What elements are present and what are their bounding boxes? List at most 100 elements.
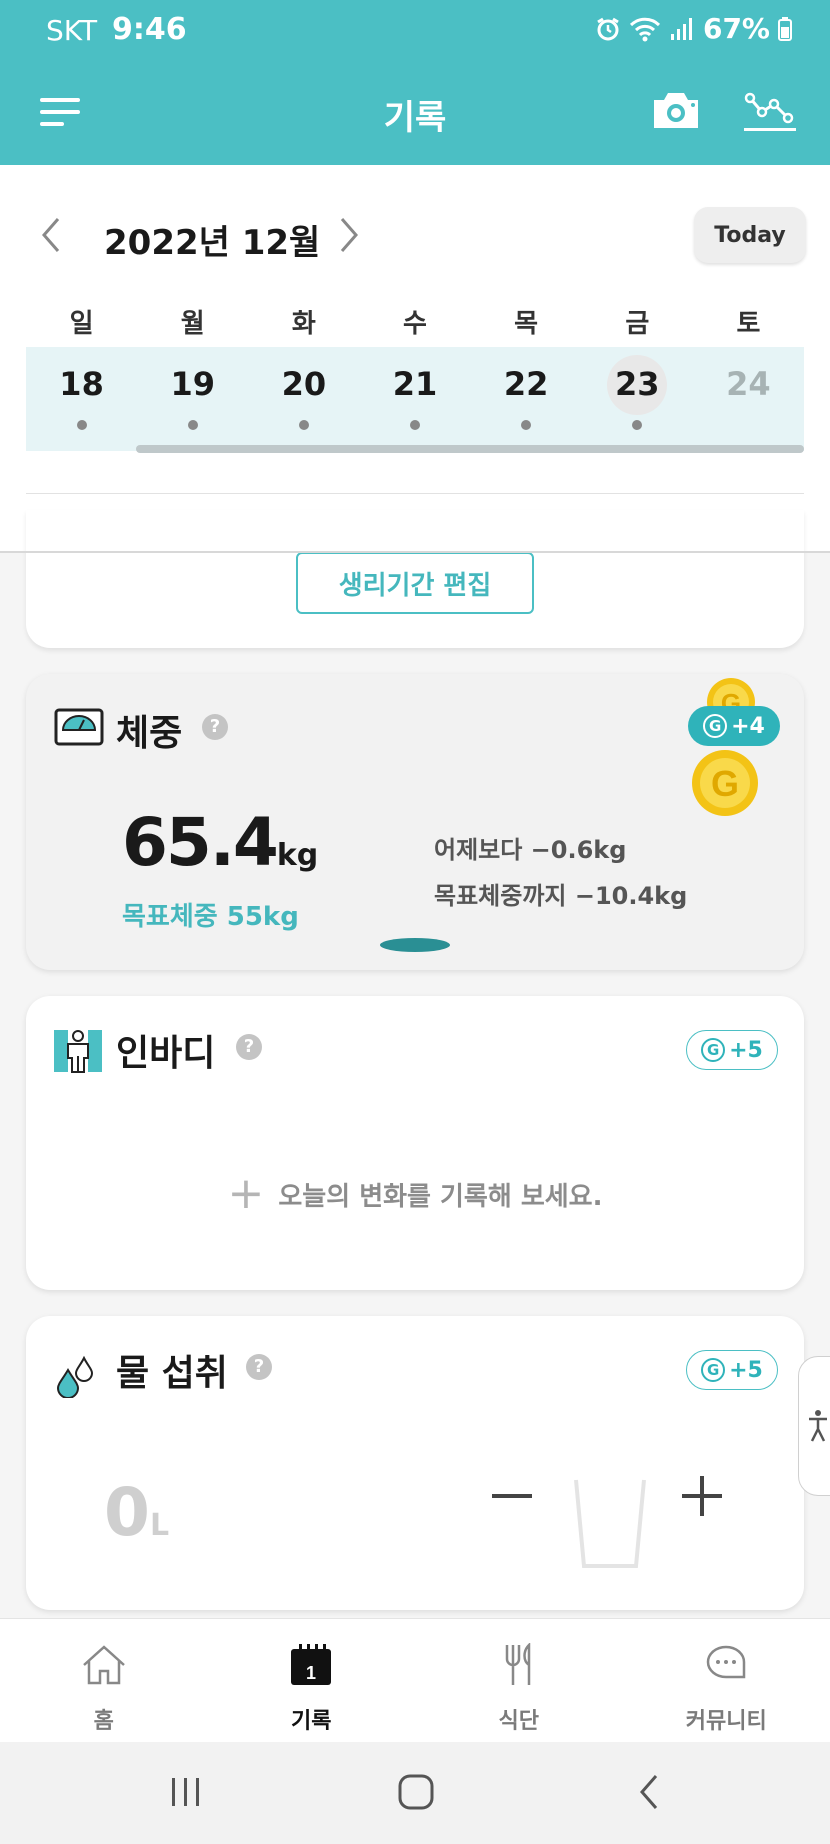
reward-points: +4	[731, 713, 765, 739]
coin-icon: G	[692, 750, 758, 816]
day-cell[interactable]: 21	[359, 347, 470, 451]
accessibility-handle[interactable]	[798, 1356, 830, 1496]
reward-badge[interactable]: G +4	[688, 706, 780, 746]
day-number: 23	[615, 365, 660, 403]
divider	[0, 551, 830, 553]
cup-icon	[574, 1479, 646, 1568]
day-cell[interactable]: 22	[471, 347, 582, 451]
battery-percent: 67%	[702, 12, 770, 45]
page-title: 기록	[383, 98, 447, 138]
record-dot	[76, 420, 87, 430]
record-dot	[409, 420, 420, 430]
weight-card[interactable]: 체중 ? G G +4 G 65.4kg 목표체중 55kg 어제보다 −0.6k…	[26, 674, 804, 970]
battery-icon	[778, 16, 792, 41]
water-amount: 0L	[104, 1474, 169, 1551]
week-day-strip: 18 19 20 21 22 23 24	[26, 347, 804, 451]
nav-community[interactable]: 커뮤니티	[623, 1619, 830, 1742]
page-indicator	[380, 938, 450, 952]
help-icon[interactable]: ?	[202, 714, 228, 740]
nav-home[interactable]: 홈	[0, 1619, 208, 1742]
weekday-row: 일 월 화 수 목 금 토	[26, 303, 804, 340]
home-button-icon[interactable]	[396, 1772, 436, 1812]
plus-icon: +	[227, 1168, 265, 1219]
weekday-label: 금	[625, 309, 650, 339]
water-drops-icon	[56, 1355, 94, 1398]
body-icon	[54, 1030, 102, 1073]
coin-letter: G	[711, 763, 739, 804]
weekday-label: 수	[403, 309, 427, 339]
day-number: 19	[170, 365, 215, 403]
today-button[interactable]: Today	[694, 207, 806, 263]
water-unit: L	[149, 1508, 170, 1543]
record-dot	[632, 420, 643, 430]
water-title: 물 섭취	[116, 1353, 228, 1394]
chevron-right-icon[interactable]	[334, 213, 364, 257]
camera-icon[interactable]	[650, 88, 702, 132]
add-prompt: 오늘의 변화를 기록해 보세요.	[278, 1181, 603, 1212]
help-icon[interactable]: ?	[236, 1034, 262, 1060]
g-coin-icon: G	[703, 714, 728, 738]
water-card: 물 섭취 ? G +5 0L	[26, 1316, 804, 1610]
plus-button[interactable]	[678, 1468, 734, 1524]
weight-title: 체중	[116, 713, 183, 754]
bottom-navigation: 홈 1 기록 식단 커뮤니티	[0, 1618, 830, 1742]
water-number: 0	[104, 1474, 150, 1551]
day-cell[interactable]: 20	[248, 347, 359, 451]
day-number: 20	[281, 365, 327, 403]
nav-label: 식단	[498, 1709, 539, 1734]
nav-diet[interactable]: 식단	[415, 1619, 623, 1742]
reward-badge[interactable]: G +5	[686, 1350, 778, 1390]
back-icon[interactable]	[630, 1772, 670, 1812]
minus-button[interactable]	[488, 1468, 544, 1524]
graph-icon[interactable]	[744, 88, 796, 132]
diff-yesterday: 어제보다 −0.6kg	[434, 836, 627, 864]
reward-points: +5	[729, 1357, 763, 1383]
day-number: 22	[503, 365, 549, 403]
weight-unit: kg	[276, 838, 319, 873]
weekday-label: 월	[180, 309, 205, 339]
day-cell[interactable]: 18	[26, 347, 137, 451]
scale-icon	[54, 708, 104, 746]
reward-badge[interactable]: G +5	[686, 1030, 778, 1070]
day-cell-selected[interactable]: 23	[582, 347, 693, 451]
record-dot	[521, 420, 532, 430]
month-label: 2022년 12월	[104, 223, 321, 263]
nav-label: 기록	[291, 1709, 332, 1734]
status-icons: 67%	[595, 12, 792, 45]
signal-icon	[670, 17, 692, 40]
nav-record[interactable]: 1 기록	[208, 1619, 416, 1742]
app-header-bar: SKT 9:46 67% 기록	[0, 0, 830, 165]
app-header: 기록	[0, 62, 830, 165]
recent-apps-icon[interactable]	[166, 1772, 206, 1812]
alarm-icon	[597, 17, 619, 40]
calendar-icon-day: 1	[306, 1663, 316, 1683]
status-bar: SKT 9:46 67%	[0, 0, 830, 62]
help-icon[interactable]: ?	[246, 1354, 272, 1380]
chat-icon	[707, 1645, 746, 1679]
clock: 9:46	[112, 12, 187, 47]
add-inbody-button[interactable]: + 오늘의 변화를 기록해 보세요.	[26, 1172, 804, 1216]
weekday-label: 토	[736, 309, 761, 339]
chevron-left-icon[interactable]	[36, 213, 66, 257]
inbody-card: 인바디 ? G +5 + 오늘의 변화를 기록해 보세요.	[26, 996, 804, 1290]
day-cell-future[interactable]: 24	[693, 347, 804, 451]
calendar-panel: 2022년 12월 Today 일 월 화 수 목 금 토 18 19 20 2…	[0, 165, 830, 552]
record-dot	[187, 420, 198, 430]
week-scrollbar[interactable]	[136, 445, 804, 453]
day-number: 24	[726, 365, 771, 403]
nav-label: 홈	[93, 1709, 114, 1734]
divider	[26, 493, 804, 494]
nav-label: 커뮤니티	[685, 1709, 767, 1734]
g-coin-icon: G	[701, 1358, 726, 1382]
utensils-icon	[505, 1643, 530, 1685]
record-dot	[298, 420, 309, 430]
weekday-label: 일	[69, 309, 94, 339]
day-number: 21	[392, 365, 438, 403]
weekday-label: 화	[291, 309, 316, 339]
diff-goal: 목표체중까지 −10.4kg	[434, 882, 688, 910]
calendar-header: 2022년 12월 Today	[0, 165, 830, 265]
day-cell[interactable]: 19	[137, 347, 248, 451]
carrier-label: SKT	[46, 14, 98, 47]
edit-period-button[interactable]: 생리기간 편집	[296, 552, 534, 614]
accessibility-icon	[809, 1410, 827, 1442]
